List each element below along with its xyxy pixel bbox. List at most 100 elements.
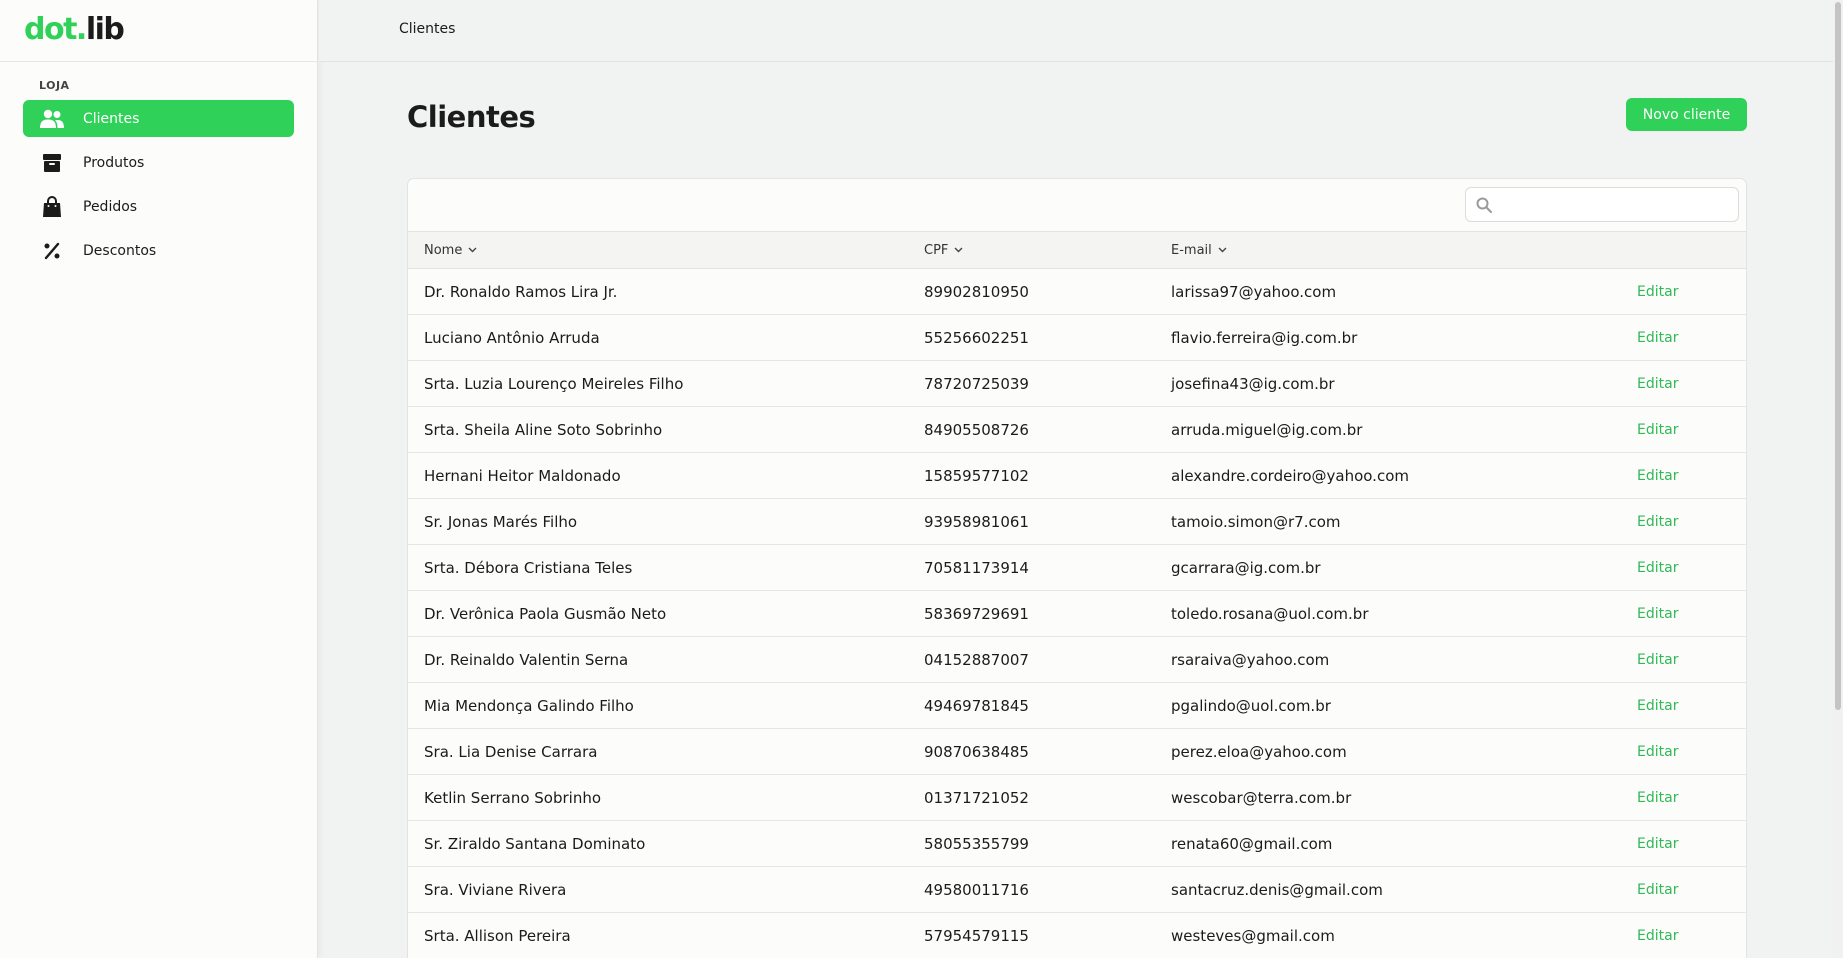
chevron-down-icon — [954, 247, 963, 253]
column-header-label: Nome — [424, 242, 463, 258]
cell-email: josefina43@ig.com.br — [1171, 374, 1335, 393]
table-row: Sr. Jonas Marés Filho 93958981061 tamoio.s… — [408, 499, 1746, 545]
sidebar-section-label: LOJA — [39, 79, 70, 92]
cell-cpf: 55256602251 — [924, 328, 1029, 347]
table-row: Hernani Heitor Maldonado 15859577102 alexa… — [408, 453, 1746, 499]
sidebar-item-pedidos[interactable]: Pedidos — [23, 188, 294, 225]
cell-email: wescobar@terra.com.br — [1171, 788, 1352, 807]
cell-email: toledo.rosana@uol.com.br — [1171, 604, 1369, 623]
cell-name: Sra. Lia Denise Carrara — [424, 742, 598, 761]
cell-name: Srta. Débora Cristiana Teles — [424, 558, 633, 577]
box-icon — [40, 151, 64, 175]
edit-link[interactable]: Editar — [1637, 928, 1678, 944]
column-header-label: CPF — [924, 242, 949, 258]
sidebar-item-label: Produtos — [83, 154, 145, 171]
percent-icon — [40, 239, 64, 263]
sidebar-item-produtos[interactable]: Produtos — [23, 144, 294, 181]
edit-link[interactable]: Editar — [1637, 836, 1678, 852]
edit-link[interactable]: Editar — [1637, 698, 1678, 714]
cell-cpf: 01371721052 — [924, 788, 1029, 807]
table-row: Ketlin Serrano Sobrinho 01371721052 wescob… — [408, 775, 1746, 821]
cell-name: Luciano Antônio Arruda — [424, 328, 600, 347]
cell-email: flavio.ferreira@ig.com.br — [1171, 328, 1358, 347]
column-header-label: E-mail — [1171, 242, 1212, 258]
table-body: Dr. Ronaldo Ramos Lira Jr. 89902810950 lar… — [408, 269, 1746, 958]
cell-email: larissa97@yahoo.com — [1171, 282, 1337, 301]
cell-email: arruda.miguel@ig.com.br — [1171, 420, 1363, 439]
sidebar-item-label: Pedidos — [83, 198, 138, 215]
cell-cpf: 90870638485 — [924, 742, 1029, 761]
chevron-down-icon — [1218, 247, 1227, 253]
cell-email: westeves@gmail.com — [1171, 926, 1335, 945]
cell-cpf: 84905508726 — [924, 420, 1029, 439]
cell-email: rsaraiva@yahoo.com — [1171, 650, 1330, 669]
search-input[interactable] — [1502, 194, 1730, 216]
table-row: Sra. Viviane Rivera 49580011716 santacruz.… — [408, 867, 1746, 913]
logo-part-2: lib — [85, 12, 125, 47]
cell-name: Dr. Reinaldo Valentin Serna — [424, 650, 629, 669]
cell-cpf: 04152887007 — [924, 650, 1029, 669]
table-toolbar — [408, 179, 1746, 232]
table-row: Srta. Luzia Lourenço Meireles Filho 78720… — [408, 361, 1746, 407]
sidebar-item-descontos[interactable]: Descontos — [23, 232, 294, 269]
cell-name: Srta. Allison Pereira — [424, 926, 571, 945]
edit-link[interactable]: Editar — [1637, 468, 1678, 484]
table-row: Sra. Lia Denise Carrara 90870638485 perez.… — [408, 729, 1746, 775]
sidebar-item-label: Descontos — [83, 242, 157, 259]
cell-cpf: 93958981061 — [924, 512, 1029, 531]
cell-name: Dr. Verônica Paola Gusmão Neto — [424, 604, 667, 623]
page-scrollbar[interactable] — [1833, 0, 1843, 958]
cell-email: gcarrara@ig.com.br — [1171, 558, 1321, 577]
table-row: Dr. Reinaldo Valentin Serna 04152887007 rs… — [408, 637, 1746, 683]
column-header-cpf[interactable]: CPF — [924, 243, 963, 258]
edit-link[interactable]: Editar — [1637, 284, 1678, 300]
cell-cpf: 58369729691 — [924, 604, 1029, 623]
table-row: Srta. Débora Cristiana Teles 70581173914 g… — [408, 545, 1746, 591]
scrollbar-thumb[interactable] — [1835, 2, 1841, 710]
breadcrumb: Clientes — [399, 21, 456, 37]
column-header-name[interactable]: Nome — [424, 243, 477, 258]
cell-email: alexandre.cordeiro@yahoo.com — [1171, 466, 1409, 485]
top-bar: Clientes — [319, 0, 1843, 62]
shopping-bag-icon — [40, 195, 64, 219]
cell-cpf: 89902810950 — [924, 282, 1029, 301]
new-client-button[interactable]: Novo cliente — [1626, 98, 1747, 131]
cell-cpf: 58055355799 — [924, 834, 1029, 853]
edit-link[interactable]: Editar — [1637, 514, 1678, 530]
chevron-down-icon — [468, 247, 477, 253]
edit-link[interactable]: Editar — [1637, 790, 1678, 806]
cell-cpf: 49469781845 — [924, 696, 1029, 715]
search-box[interactable] — [1465, 187, 1739, 222]
cell-name: Sr. Ziraldo Santana Dominato — [424, 834, 646, 853]
cell-name: Srta. Sheila Aline Soto Sobrinho — [424, 420, 663, 439]
users-icon — [40, 107, 64, 131]
cell-name: Srta. Luzia Lourenço Meireles Filho — [424, 374, 684, 393]
cell-name: Mia Mendonça Galindo Filho — [424, 696, 634, 715]
edit-link[interactable]: Editar — [1637, 606, 1678, 622]
edit-link[interactable]: Editar — [1637, 330, 1678, 346]
table-row: Mia Mendonça Galindo Filho 49469781845 pga… — [408, 683, 1746, 729]
edit-link[interactable]: Editar — [1637, 376, 1678, 392]
cell-cpf: 49580011716 — [924, 880, 1029, 899]
cell-email: renata60@gmail.com — [1171, 834, 1333, 853]
edit-link[interactable]: Editar — [1637, 882, 1678, 898]
sidebar: dot.lib LOJA Clientes Produtos Pedidos D… — [0, 0, 318, 958]
sidebar-nav: Clientes Produtos Pedidos Descontos — [0, 100, 317, 269]
cell-name: Dr. Ronaldo Ramos Lira Jr. — [424, 282, 618, 301]
logo-part-1: dot. — [24, 12, 87, 47]
edit-link[interactable]: Editar — [1637, 422, 1678, 438]
cell-cpf: 15859577102 — [924, 466, 1029, 485]
table-row: Srta. Allison Pereira 57954579115 westeves… — [408, 913, 1746, 958]
cell-name: Sra. Viviane Rivera — [424, 880, 567, 899]
column-header-email[interactable]: E-mail — [1171, 243, 1227, 258]
cell-email: tamoio.simon@r7.com — [1171, 512, 1341, 531]
edit-link[interactable]: Editar — [1637, 652, 1678, 668]
logo[interactable]: dot.lib — [0, 0, 317, 62]
page-title: Clientes — [407, 100, 536, 134]
cell-name: Sr. Jonas Marés Filho — [424, 512, 578, 531]
edit-link[interactable]: Editar — [1637, 560, 1678, 576]
edit-link[interactable]: Editar — [1637, 744, 1678, 760]
cell-email: santacruz.denis@gmail.com — [1171, 880, 1383, 899]
sidebar-item-clientes[interactable]: Clientes — [23, 100, 294, 137]
cell-name: Ketlin Serrano Sobrinho — [424, 788, 602, 807]
